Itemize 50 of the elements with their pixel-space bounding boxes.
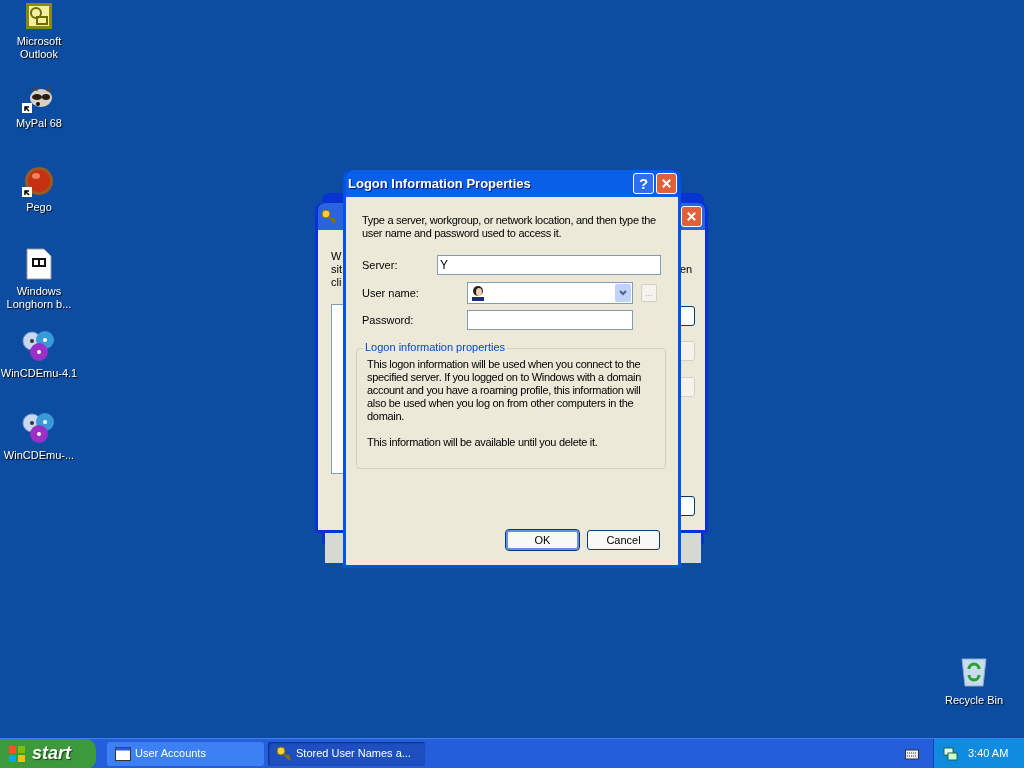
info-paragraph: This logon information will be used when you connect to the specified server. If you logged on to Windows with a domain account and you have a roaming profile, this information will also be used when you log on from other computers in the domain.: [367, 358, 642, 423]
taskbar-button[interactable]: Stored User Names a...: [268, 741, 425, 766]
close-icon: [661, 178, 672, 189]
ball-icon: [24, 166, 54, 196]
window-icon: [115, 746, 131, 761]
icon-label[interactable]: Windows Longhorn b...: [0, 285, 78, 311]
close-icon: [686, 211, 697, 222]
dialog-button[interactable]: Cancel: [587, 530, 660, 550]
windows-logo-icon: [8, 744, 26, 763]
instructions-text: Type a server, workgroup, or network location, and then type the user name and password used to access it.: [362, 214, 657, 240]
icon-label[interactable]: WinCDEmu-...: [3, 449, 75, 462]
window-title: Logon Information Properties: [348, 174, 532, 193]
field-label: User name:: [362, 285, 420, 301]
start-button[interactable]: start: [0, 738, 96, 768]
text-fragment: W: [331, 250, 342, 263]
discs-icon: [22, 330, 56, 362]
field-label: Server:: [362, 257, 399, 273]
chevron-down-icon: [619, 290, 627, 296]
shortcut-arrow-icon: [22, 187, 32, 197]
recycle-bin-icon: [959, 655, 989, 687]
clock: 3:40 AM: [968, 746, 1009, 762]
taskbar-button[interactable]: User Accounts: [107, 741, 264, 766]
user-icon: [471, 285, 485, 301]
dropdown-button[interactable]: [615, 284, 631, 302]
discs-icon: [22, 412, 56, 444]
server-field[interactable]: Y: [437, 255, 661, 275]
close-button[interactable]: [681, 206, 702, 227]
icon-label[interactable]: WinCDEmu-4.1: [0, 367, 78, 380]
key-icon: [321, 208, 337, 225]
close-button[interactable]: [656, 173, 677, 194]
group-title: Logon information properties: [363, 341, 508, 354]
calendar-envelope-icon: [25, 2, 53, 30]
password-field[interactable]: [467, 310, 633, 330]
keyboard-icon[interactable]: [905, 747, 919, 760]
document-icon: [26, 248, 52, 280]
key-icon: [276, 745, 292, 762]
text-fragment: sit: [331, 263, 342, 276]
network-icon[interactable]: [942, 745, 958, 762]
icon-label[interactable]: Recycle Bin: [944, 692, 1004, 709]
user-name-combo[interactable]: [467, 282, 633, 304]
icon-label[interactable]: MyPal 68: [16, 117, 62, 130]
icon-label[interactable]: Pego: [26, 201, 52, 214]
field-label: Password:: [362, 312, 415, 328]
icon-label[interactable]: Microsoft Outlook: [0, 35, 78, 61]
info-paragraph: This information will be available until you delete it.: [367, 436, 599, 449]
text-fragment: en: [680, 263, 693, 276]
help-button[interactable]: ?: [633, 173, 654, 194]
shortcut-arrow-icon: [22, 103, 32, 113]
dialog-button[interactable]: OK: [506, 530, 579, 550]
text-fragment: cli: [331, 276, 342, 289]
